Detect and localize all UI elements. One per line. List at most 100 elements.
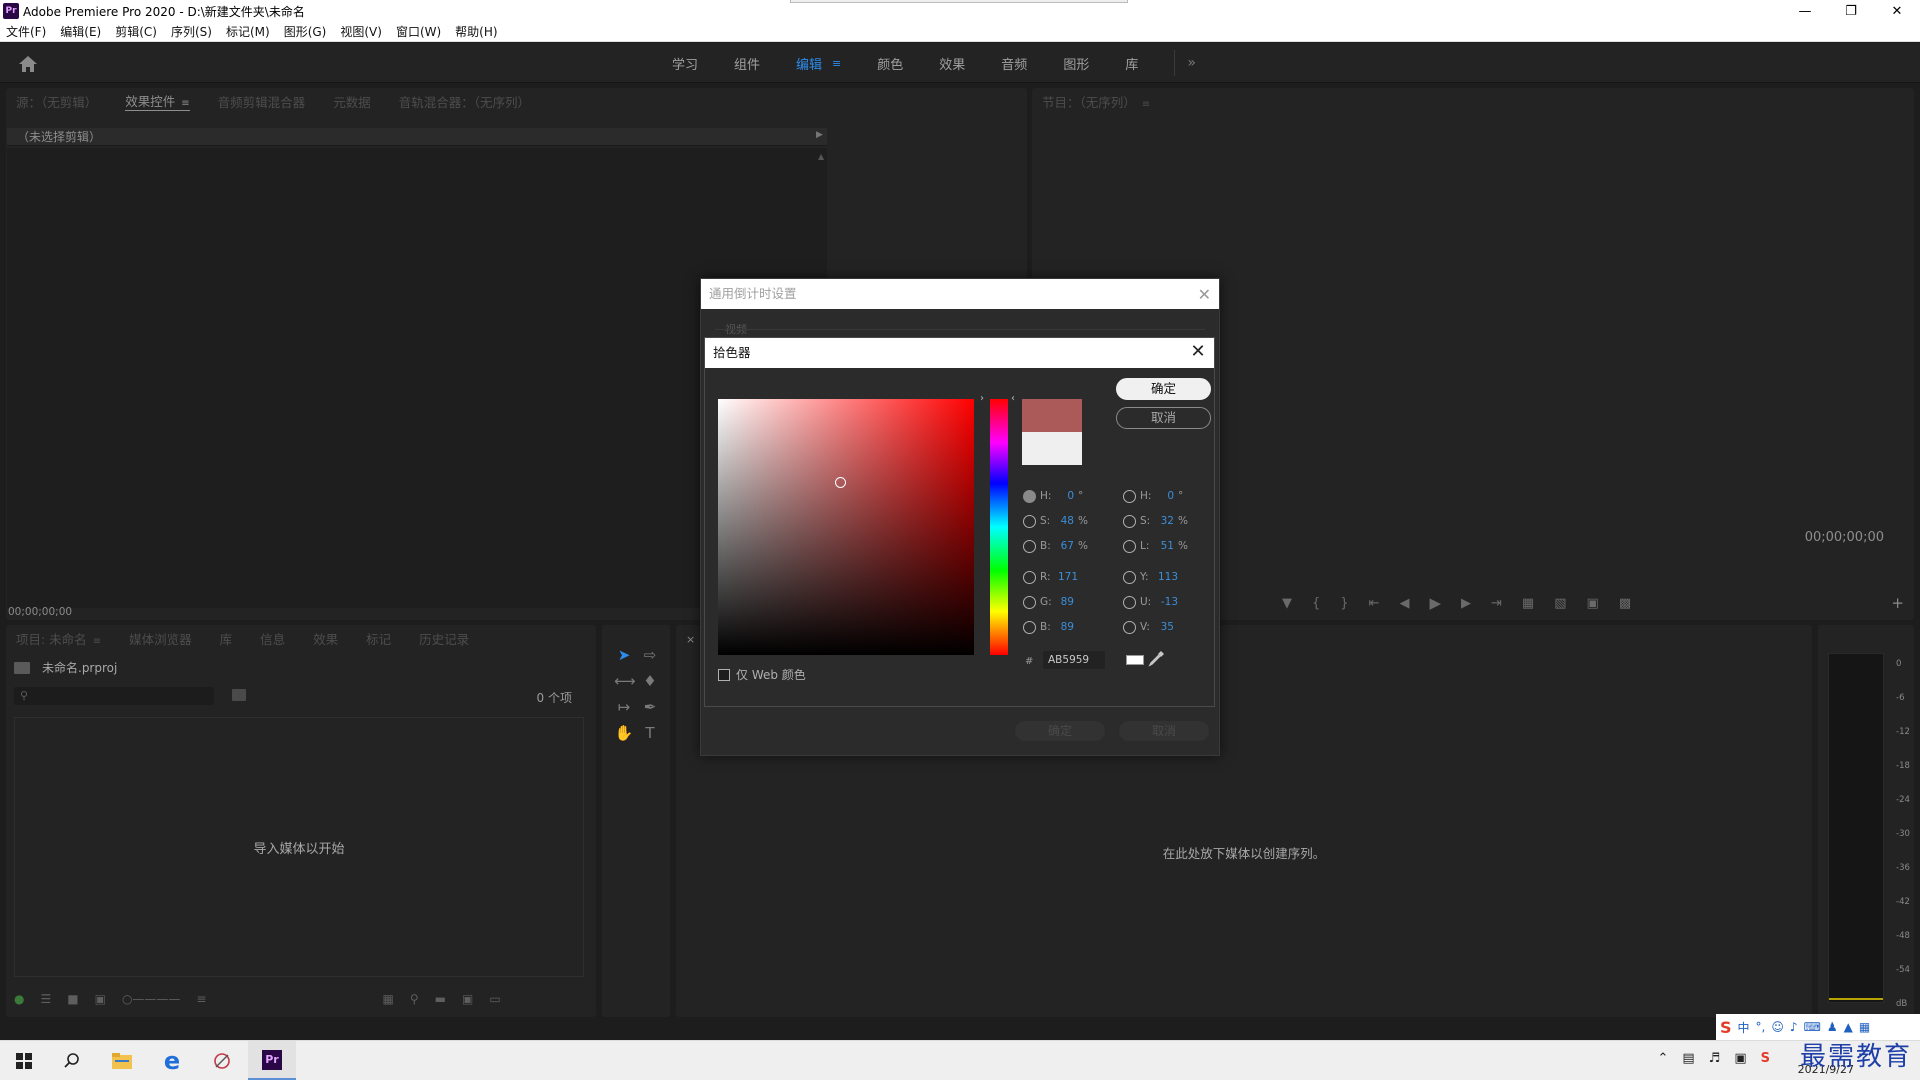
scroll-up-icon[interactable]: ▲ xyxy=(818,152,824,161)
sogou-tray-icon[interactable]: S xyxy=(1761,1051,1770,1066)
extract-icon[interactable]: ▧ xyxy=(1554,596,1566,611)
color-picker-cancel-button[interactable]: 取消 xyxy=(1116,407,1211,429)
lock-icon[interactable]: ● xyxy=(14,992,24,1006)
menu-markers[interactable]: 标记(M) xyxy=(226,23,270,40)
rgb-red-row[interactable]: R: 171 xyxy=(1023,569,1082,585)
hue-slider-left-arrow-icon[interactable]: › xyxy=(980,393,984,404)
original-color-swatch[interactable] xyxy=(1022,432,1082,465)
expand-arrow-icon[interactable]: ▶ xyxy=(816,130,823,140)
workspace-more-icon[interactable]: » xyxy=(1187,55,1196,71)
project-drop-area[interactable]: 导入媒体以开始 xyxy=(14,717,584,977)
yuv-v-value[interactable]: 35 xyxy=(1158,621,1174,633)
menu-file[interactable]: 文件(F) xyxy=(6,23,46,40)
tab-markers[interactable]: 标记 xyxy=(366,629,391,648)
snipping-tool-icon[interactable] xyxy=(198,1041,246,1080)
show-hidden-icons-icon[interactable]: ⌃ xyxy=(1657,1051,1668,1066)
menu-sequence[interactable]: 序列(S) xyxy=(171,23,212,40)
hue-slider-right-arrow-icon[interactable]: ‹ xyxy=(1011,393,1015,404)
tab-source[interactable]: 源：（无剪辑） xyxy=(16,92,97,111)
ime-voice-icon[interactable]: ♪ xyxy=(1790,1020,1798,1034)
rgb-red-value[interactable]: 171 xyxy=(1058,571,1078,583)
menu-graphics[interactable]: 图形(G) xyxy=(284,23,327,40)
rgb-red-radio[interactable] xyxy=(1023,570,1036,584)
panel-menu-icon[interactable]: ≡ xyxy=(181,98,189,109)
timeline-close-icon[interactable]: × xyxy=(686,633,695,646)
hsl-hue-radio[interactable] xyxy=(1123,489,1136,503)
ime-emoji-icon[interactable]: ☺ xyxy=(1771,1020,1784,1034)
step-forward-icon[interactable]: ▶ xyxy=(1461,596,1471,611)
tab-metadata[interactable]: 元数据 xyxy=(333,92,371,111)
hsl-hue-row[interactable]: H: 0 ° xyxy=(1123,488,1183,504)
yuv-v-row[interactable]: V: 35 xyxy=(1123,619,1178,635)
menu-window[interactable]: 窗口(W) xyxy=(396,23,441,40)
menu-view[interactable]: 视图(V) xyxy=(340,23,382,40)
yuv-y-radio[interactable] xyxy=(1123,570,1136,584)
project-menu-icon[interactable]: ≡ xyxy=(93,636,101,647)
razor-tool-icon[interactable]: ♦ xyxy=(640,671,660,691)
workspace-tab-editing[interactable]: 编辑 ≡ xyxy=(784,43,865,83)
close-window-button[interactable]: ✕ xyxy=(1874,0,1920,22)
workspace-tab-graphics[interactable]: 图形 xyxy=(1051,43,1113,83)
hsb-saturation-value[interactable]: 48 xyxy=(1058,515,1074,527)
yuv-u-radio[interactable] xyxy=(1123,595,1136,609)
tab-audio-track-mixer[interactable]: 音轨混合器：（无序列） xyxy=(399,92,530,111)
tab-libraries[interactable]: 库 xyxy=(220,629,233,648)
menu-edit[interactable]: 编辑(E) xyxy=(60,23,101,40)
hue-slider[interactable] xyxy=(990,399,1008,655)
rgb-green-value[interactable]: 89 xyxy=(1058,596,1074,608)
web-colors-only-option[interactable]: 仅 Web 颜色 xyxy=(718,666,806,683)
hsl-lightness-value[interactable]: 51 xyxy=(1158,540,1174,552)
ime-menu-icon[interactable]: ▦ xyxy=(1859,1020,1870,1034)
rgb-blue-value[interactable]: 89 xyxy=(1058,621,1074,633)
export-frame-icon[interactable]: ▣ xyxy=(1587,596,1599,611)
new-item-icon[interactable]: ▣ xyxy=(462,992,473,1006)
hsb-saturation-row[interactable]: S: 48 % xyxy=(1023,513,1088,529)
hsb-hue-radio[interactable] xyxy=(1023,489,1036,503)
color-field-cursor[interactable] xyxy=(834,477,846,489)
restore-button[interactable]: ❐ xyxy=(1828,0,1874,22)
countdown-cancel-button[interactable]: 取消 xyxy=(1119,721,1209,741)
hsb-brightness-radio[interactable] xyxy=(1023,539,1036,553)
home-icon[interactable] xyxy=(18,55,38,73)
automate-to-sequence-icon[interactable]: ▦ xyxy=(382,992,393,1006)
workspace-tab-audio[interactable]: 音频 xyxy=(989,43,1051,83)
pen-tool-icon[interactable]: ✒ xyxy=(640,697,660,717)
mark-out-icon[interactable]: } xyxy=(1340,596,1348,611)
hsl-saturation-value[interactable]: 32 xyxy=(1158,515,1174,527)
menu-clip[interactable]: 剪辑(C) xyxy=(115,23,157,40)
tab-history[interactable]: 历史记录 xyxy=(419,629,469,648)
add-marker-icon[interactable]: ▼ xyxy=(1282,596,1292,611)
rgb-blue-row[interactable]: B: 89 xyxy=(1023,619,1078,635)
ime-punctuation-icon[interactable]: °, xyxy=(1756,1020,1766,1034)
hsb-brightness-row[interactable]: B: 67 % xyxy=(1023,538,1088,554)
ime-user-icon[interactable]: ♟ xyxy=(1827,1020,1838,1034)
network-icon[interactable]: ▤ xyxy=(1682,1051,1694,1066)
yuv-v-radio[interactable] xyxy=(1123,620,1136,634)
go-to-in-icon[interactable]: ⇤ xyxy=(1369,596,1380,611)
tab-project[interactable]: 项目: 未命名 ≡ xyxy=(16,629,101,648)
type-tool-icon[interactable]: T xyxy=(640,723,660,743)
file-explorer-icon[interactable] xyxy=(98,1041,146,1080)
hsl-hue-value[interactable]: 0 xyxy=(1158,490,1174,502)
tab-effect-controls[interactable]: 效果控件 ≡ xyxy=(125,91,190,111)
volume-icon[interactable]: ♬ xyxy=(1709,1051,1721,1066)
comparison-view-icon[interactable]: ▩ xyxy=(1619,596,1631,611)
saturation-brightness-field[interactable] xyxy=(718,399,974,655)
tab-program[interactable]: 节目：（无序列） ≡ xyxy=(1042,92,1150,111)
web-colors-checkbox[interactable] xyxy=(718,668,730,681)
list-view-icon[interactable]: ☰ xyxy=(40,992,51,1006)
project-file-row[interactable]: 未命名.prproj xyxy=(14,659,117,676)
countdown-ok-button[interactable]: 确定 xyxy=(1015,721,1105,741)
tray-app-icon[interactable]: ▣ xyxy=(1734,1051,1746,1066)
step-back-icon[interactable]: ◀ xyxy=(1399,596,1409,611)
menu-help[interactable]: 帮助(H) xyxy=(455,23,497,40)
countdown-dialog-close-icon[interactable]: ✕ xyxy=(1198,285,1211,304)
hsb-hue-row[interactable]: H: 0 ° xyxy=(1023,488,1083,504)
rgb-green-radio[interactable] xyxy=(1023,595,1036,609)
yuv-y-value[interactable]: 113 xyxy=(1158,571,1178,583)
workspace-tab-effects[interactable]: 效果 xyxy=(927,43,989,83)
rgb-green-row[interactable]: G: 89 xyxy=(1023,594,1078,610)
hsb-brightness-value[interactable]: 67 xyxy=(1058,540,1074,552)
premiere-taskbar-icon[interactable]: Pr xyxy=(248,1041,296,1080)
clear-icon[interactable]: ▭ xyxy=(489,992,500,1006)
